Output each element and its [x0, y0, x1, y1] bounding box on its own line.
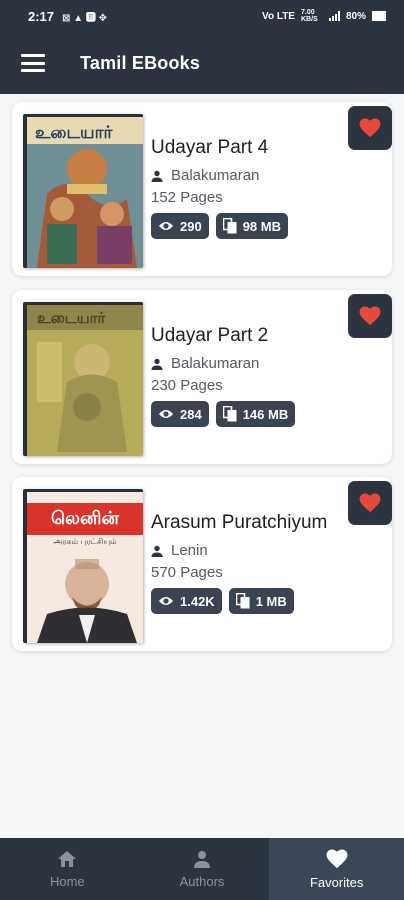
person-icon [194, 850, 210, 868]
nav-home-label: Home [49, 873, 85, 889]
battery-percent: 80% [345, 10, 366, 22]
size-chip: 1 MB [228, 588, 294, 614]
app-bar: Tamil EBooks [0, 32, 404, 94]
battery-icon [372, 11, 386, 21]
book-stats: 1.42K 1 MB [151, 588, 381, 614]
favorite-button[interactable] [348, 481, 392, 525]
eye-icon [159, 222, 173, 230]
book-title: Arasum Puratchiyum [151, 512, 328, 533]
heart-icon [359, 118, 381, 138]
book-title: Udayar Part 4 [151, 137, 269, 158]
person-icon [151, 170, 163, 182]
favorite-button[interactable] [348, 294, 392, 338]
favorite-button[interactable] [348, 106, 392, 150]
book-info: Udayar Part 4 Balakumaran 152 Pages 290 … [151, 137, 381, 239]
cover-title: லெனின் [51, 508, 119, 529]
book-title: Udayar Part 2 [151, 325, 269, 346]
book-cover-image[interactable]: உடையார் [23, 114, 143, 268]
file-size: 146 MB [242, 406, 289, 422]
book-info: Arasum Puratchiyum Lenin 570 Pages 1.42K… [151, 512, 381, 614]
nav-home[interactable]: Home [0, 838, 135, 900]
notification-icons: ⊠ ▲ 🅱 ✥ [62, 12, 108, 24]
svg-text:உடையார்: உடையார் [35, 123, 113, 143]
book-card[interactable]: உடையார் Udayar Part 4 Balakumaran 152 Pa… [12, 102, 392, 276]
book-pages: 152 Pages [151, 189, 223, 206]
status-left: 2:17 ⊠ ▲ 🅱 ✥ [28, 9, 107, 24]
status-time: 2:17 [28, 8, 55, 24]
status-right: Vo LTE 7.00 KB/S 80% [262, 9, 386, 23]
heart-icon [359, 306, 381, 326]
nav-authors-label: Authors [179, 873, 225, 889]
book-cover-image[interactable]: உடையார் [23, 302, 143, 456]
menu-icon[interactable] [21, 54, 45, 72]
home-icon [58, 850, 77, 867]
book-author: Balakumaran [171, 355, 260, 372]
bottom-nav: Home Authors Favorites [0, 838, 404, 900]
nav-favorites[interactable]: Favorites [269, 838, 404, 900]
views-chip: 284 [151, 401, 209, 427]
heart-icon [359, 493, 381, 513]
speed-label: 7.00 KB/S [300, 9, 318, 23]
author-row: Lenin [151, 542, 381, 559]
eye-icon [159, 597, 173, 605]
views-count: 290 [180, 218, 202, 234]
file-copy-icon [235, 593, 250, 609]
views-count: 284 [180, 406, 202, 422]
book-cover-image[interactable]: லெனின் அரசும் புரட்சியும் [23, 489, 143, 643]
file-size: 98 MB [242, 218, 281, 234]
file-size: 1 MB [255, 593, 287, 609]
book-pages: 230 Pages [151, 377, 223, 394]
views-count: 1.42K [180, 593, 215, 609]
nav-authors[interactable]: Authors [135, 838, 270, 900]
person-icon [151, 545, 163, 557]
svg-text:உடையார்: உடையார் [37, 309, 106, 327]
app-title: Tamil EBooks [80, 52, 201, 73]
person-icon [151, 358, 163, 370]
views-chip: 290 [151, 213, 209, 239]
signal-icon [328, 11, 340, 21]
book-card[interactable]: உடையார் Udayar Part 2 Balakumaran 230 Pa… [12, 290, 392, 464]
size-chip: 98 MB [215, 213, 288, 239]
book-author: Balakumaran [171, 167, 260, 184]
book-stats: 284 146 MB [151, 401, 381, 427]
book-info: Udayar Part 2 Balakumaran 230 Pages 284 … [151, 325, 381, 427]
author-row: Balakumaran [151, 355, 381, 372]
book-pages: 570 Pages [151, 564, 223, 581]
nav-favorites-label: Favorites [309, 874, 364, 890]
book-author: Lenin [171, 542, 208, 559]
eye-icon [159, 410, 173, 418]
size-chip: 146 MB [215, 401, 296, 427]
cover-subtitle: அரசும் புரட்சியும் [53, 537, 117, 546]
book-stats: 290 98 MB [151, 213, 381, 239]
book-card[interactable]: லெனின் அரசும் புரட்சியும் Arasum Puratch… [12, 477, 392, 651]
heart-icon [326, 848, 348, 868]
file-copy-icon [222, 218, 237, 234]
author-row: Balakumaran [151, 167, 381, 184]
network-label: Vo LTE [262, 10, 295, 22]
views-chip: 1.42K [151, 588, 222, 614]
status-bar: 2:17 ⊠ ▲ 🅱 ✥ Vo LTE 7.00 KB/S 80% [0, 0, 404, 32]
file-copy-icon [222, 406, 237, 422]
